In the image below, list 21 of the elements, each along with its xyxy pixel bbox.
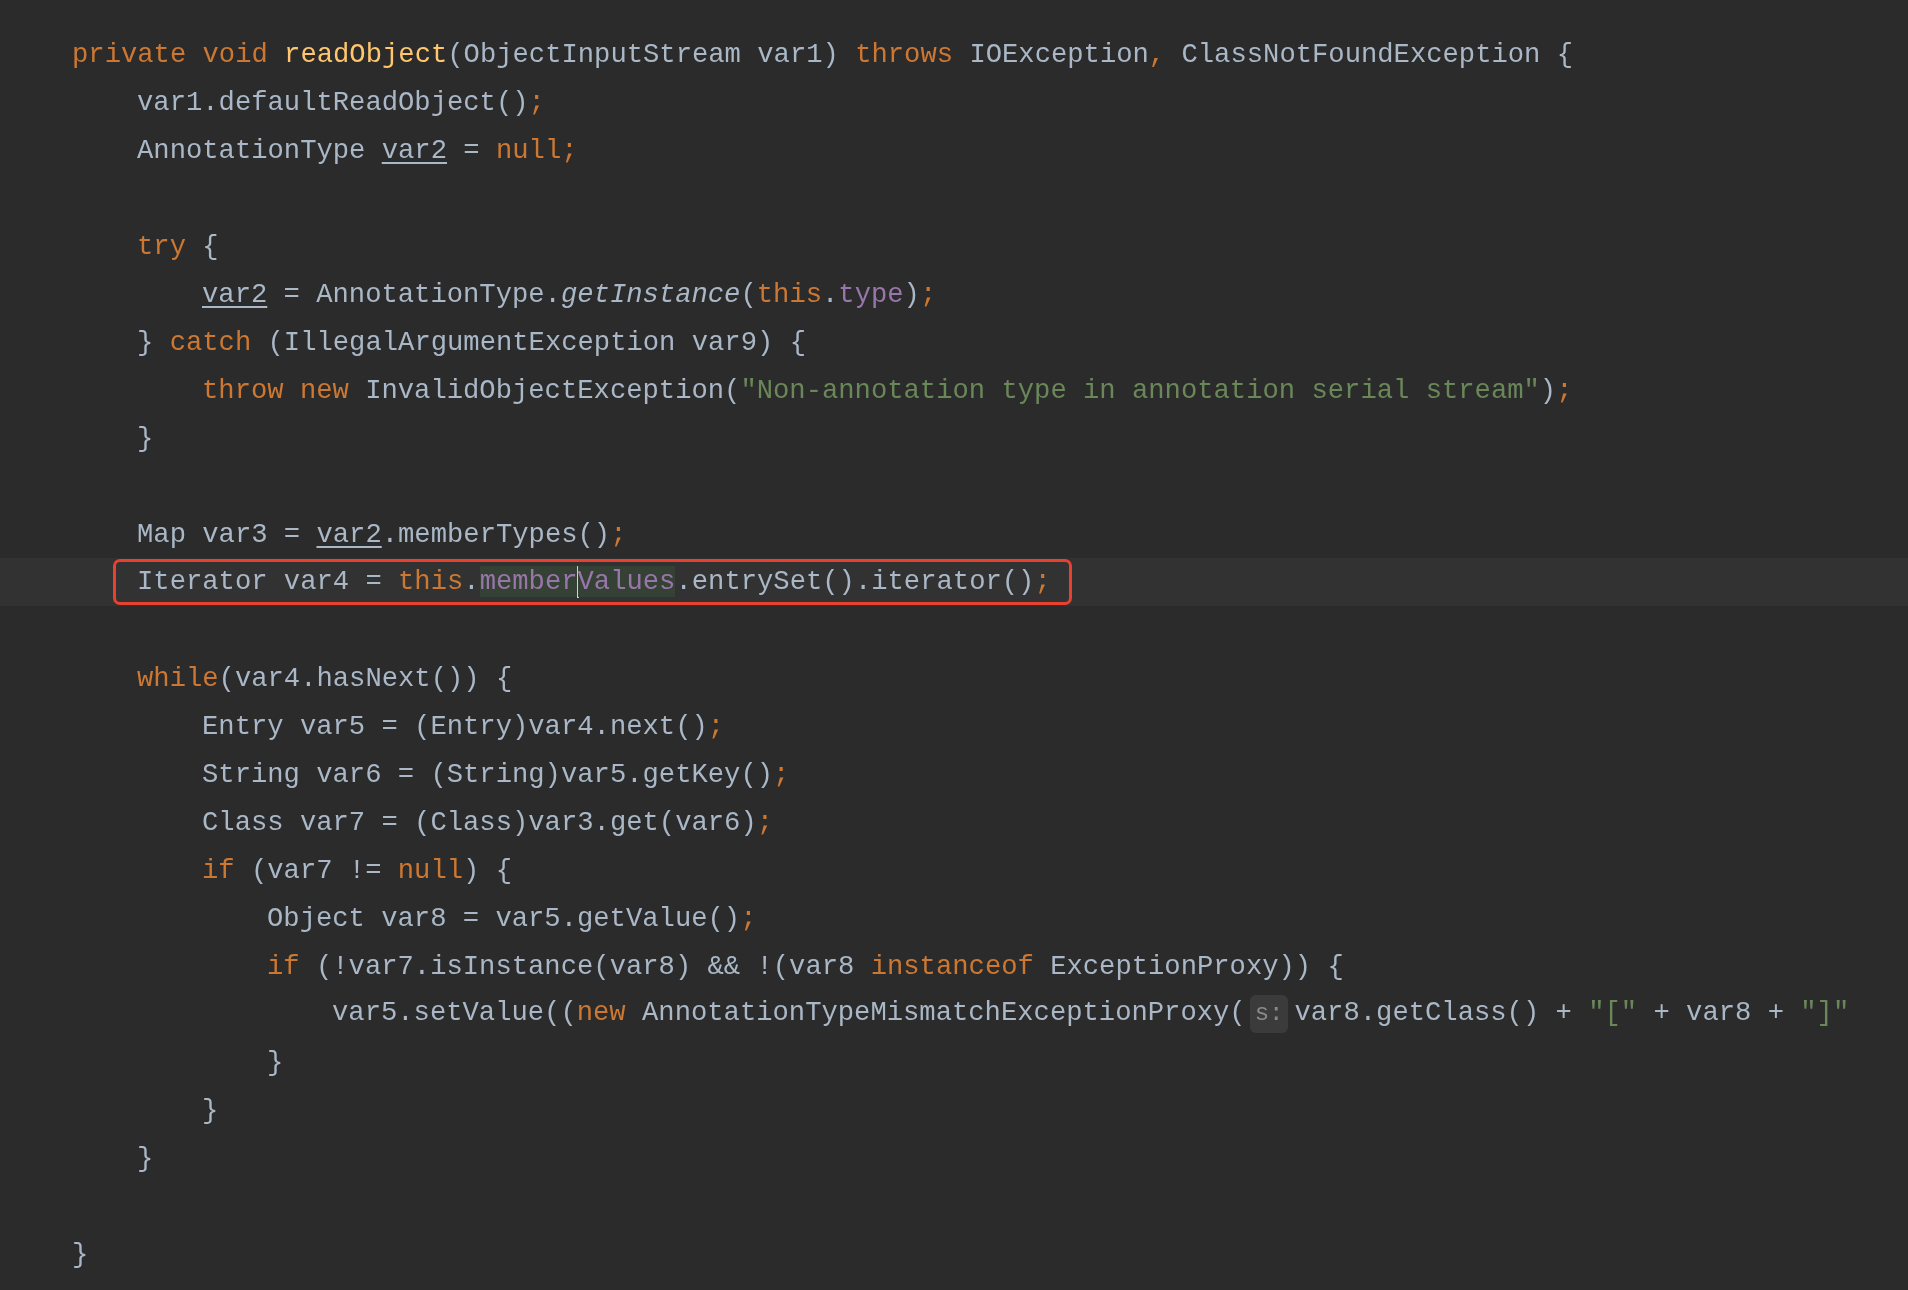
code-line: while(var4.hasNext()) { <box>137 662 513 694</box>
code-line: } catch (IllegalArgumentException var9) { <box>137 326 806 358</box>
code-line: } <box>72 1238 89 1270</box>
code-line: } <box>137 1142 154 1174</box>
code-line: Class var7 = (Class)var3.get(var6); <box>202 806 774 838</box>
code-line: } <box>202 1094 219 1126</box>
code-line: AnnotationType var2 = null; <box>137 134 578 166</box>
code-line: var2 = AnnotationType.getInstance(this.type); <box>202 278 937 310</box>
code-line: Entry var5 = (Entry)var4.next(); <box>202 710 725 742</box>
code-line: String var6 = (String)var5.getKey(); <box>202 758 790 790</box>
code-line: } <box>267 1046 284 1078</box>
code-line: if (!var7.isInstance(var8) && !(var8 instanceof ExceptionProxy)) { <box>267 950 1344 982</box>
code-line: } <box>137 422 154 454</box>
code-line: private void readObject(ObjectInputStream var1) throws IOException, ClassNotFoundException { <box>72 38 1574 70</box>
code-line: Map var3 = var2.memberTypes(); <box>137 518 627 550</box>
code-line: try { <box>137 230 219 262</box>
code-line: throw new InvalidObjectException("Non-annotation type in annotation serial stream"); <box>202 374 1573 406</box>
code-line: if (var7 != null) { <box>202 854 512 886</box>
code-line: Object var8 = var5.getValue(); <box>267 902 757 934</box>
code-line: var1.defaultReadObject(); <box>137 86 545 118</box>
code-line: var5.setValue((new AnnotationTypeMismatchExceptionProxy( s: var8.getClass() + "[" + var8 + "]" <box>332 995 1850 1033</box>
